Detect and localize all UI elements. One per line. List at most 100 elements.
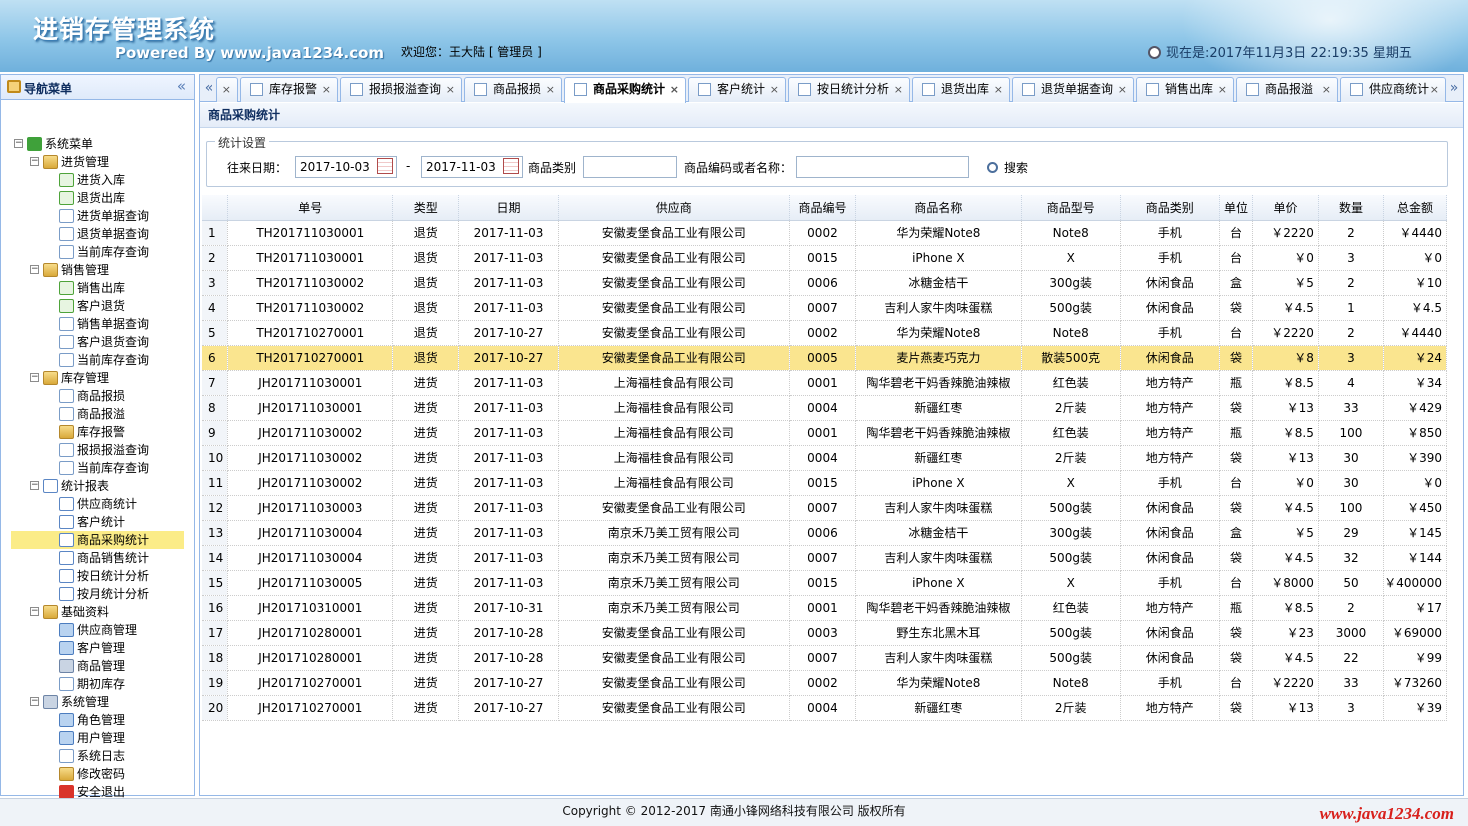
tab-item[interactable]: 销售出库 ×	[1136, 77, 1234, 102]
tab-item[interactable]: 供应商统计 ×	[1340, 77, 1446, 102]
tab-scroll-right-button[interactable]: »	[1447, 78, 1461, 98]
column-header[interactable]: 供应商	[558, 195, 790, 221]
tab-close-icon[interactable]: ×	[1430, 78, 1439, 101]
sidebar-collapse-button[interactable]: «	[177, 77, 186, 95]
table-row[interactable]: 20 JH201710270001 进货 2017-10-27 安徽麦堡食品工业有限公司…	[202, 695, 1447, 721]
column-header[interactable]: 数量	[1318, 195, 1385, 221]
table-row[interactable]: 12 JH201711030003 进货 2017-11-03 安徽麦堡食品工业有限公司…	[202, 495, 1447, 521]
table-row[interactable]: 15 JH201711030005 进货 2017-11-03 南京禾乃美工贸有限公司 0…	[202, 570, 1447, 596]
tab-close-icon[interactable]: ×	[446, 78, 455, 101]
table-cell: ￥39	[1383, 695, 1447, 721]
table-row[interactable]: 10 JH201711030002 进货 2017-11-03 上海福桂食品有限公司 00…	[202, 445, 1447, 471]
column-header[interactable]: 商品名称	[855, 195, 1022, 221]
table-cell: 500g装	[1021, 645, 1121, 671]
tree-toggle-icon[interactable]: −	[14, 139, 23, 148]
table-cell: ￥24	[1383, 345, 1447, 371]
table-cell: 安徽麦堡食品工业有限公司	[558, 620, 790, 646]
column-header[interactable]: 商品编号	[789, 195, 857, 221]
tab-item[interactable]: 商品报损 ×	[464, 77, 562, 102]
tab-close-icon[interactable]: ×	[770, 78, 779, 101]
tab-label: 退货单据查询	[1041, 82, 1114, 96]
column-header[interactable]: 总金额	[1383, 195, 1447, 221]
table-row[interactable]: 1 TH201711030001 退货 2017-11-03 安徽麦堡食品工业有限公司 0…	[202, 220, 1447, 246]
table-cell: 新疆红枣	[855, 445, 1022, 471]
tab-close-icon[interactable]: ×	[994, 78, 1003, 101]
tab-scroll-left-button[interactable]: «	[202, 78, 216, 98]
table-row[interactable]: 9 JH201711030002 进货 2017-11-03 上海福桂食品有限公司 000…	[202, 420, 1447, 446]
calendar-icon[interactable]	[503, 158, 519, 174]
table-cell: ￥10	[1383, 270, 1447, 296]
table-row[interactable]: 17 JH201710280001 进货 2017-10-28 安徽麦堡食品工业有限公司…	[202, 620, 1447, 646]
tab-close-icon[interactable]: ×	[222, 78, 231, 101]
table-cell: 500g装	[1021, 545, 1121, 571]
table-cell: 2017-10-28	[458, 645, 559, 671]
tab-item[interactable]: ×	[216, 77, 238, 102]
search-button[interactable]: 搜索	[987, 159, 1028, 176]
tree-toggle-icon[interactable]: −	[30, 607, 39, 616]
tab-close-icon[interactable]: ×	[894, 78, 903, 101]
tab-item[interactable]: 客户统计 ×	[688, 77, 786, 102]
tab-item[interactable]: 退货出库 ×	[912, 77, 1010, 102]
table-row[interactable]: 6 TH201710270001 退货 2017-10-27 安徽麦堡食品工业有限公司 0…	[202, 345, 1447, 371]
column-header[interactable]: 单价	[1252, 195, 1319, 221]
table-row[interactable]: 3 TH201711030002 退货 2017-11-03 安徽麦堡食品工业有限公司 0…	[202, 270, 1447, 296]
tree-node-label: 系统菜单	[45, 137, 94, 151]
table-cell: 瓶	[1219, 370, 1254, 396]
table-cell: 冰糖金桔干	[855, 520, 1022, 546]
tab-item[interactable]: 商品报溢 ×	[1236, 77, 1338, 102]
table-cell: 2017-11-03	[458, 420, 559, 446]
tab-close-icon[interactable]: ×	[670, 78, 679, 101]
tree-toggle-icon[interactable]: −	[30, 481, 39, 490]
table-cell: 进货	[392, 645, 460, 671]
table-row[interactable]: 7 JH201711030001 进货 2017-11-03 上海福桂食品有限公司 000…	[202, 370, 1447, 396]
table-row[interactable]: 14 JH201711030004 进货 2017-11-03 南京禾乃美工贸有限公司 0…	[202, 545, 1447, 571]
column-header[interactable]: 日期	[458, 195, 559, 221]
table-cell: iPhone X	[855, 570, 1022, 596]
column-header[interactable]: 商品型号	[1021, 195, 1121, 221]
table-row[interactable]: 11 JH201711030002 进货 2017-11-03 上海福桂食品有限公司 00…	[202, 470, 1447, 496]
table-cell: 上海福桂食品有限公司	[558, 370, 790, 396]
column-header[interactable]: 单位	[1219, 195, 1254, 221]
table-row[interactable]: 5 TH201710270001 退货 2017-10-27 安徽麦堡食品工业有限公司 0…	[202, 320, 1447, 346]
tree-node-icon	[43, 605, 58, 619]
tab-item[interactable]: 商品采购统计 ×	[564, 77, 686, 103]
table-row[interactable]: 8 JH201711030001 进货 2017-11-03 上海福桂食品有限公司 000…	[202, 395, 1447, 421]
sidebar-item[interactable]: 商品采购统计	[11, 531, 184, 549]
tab-item[interactable]: 报损报溢查询 ×	[340, 77, 462, 102]
table-cell: 地方特产	[1120, 445, 1220, 471]
tab-item[interactable]: 按日统计分析 ×	[788, 77, 910, 102]
table-cell: 2017-11-03	[458, 395, 559, 421]
table-cell: 安徽麦堡食品工业有限公司	[558, 295, 790, 321]
code-input[interactable]	[796, 156, 969, 178]
table-cell: 1	[1318, 295, 1385, 321]
tree-toggle-icon[interactable]: −	[30, 697, 39, 706]
category-input[interactable]	[583, 156, 677, 178]
tab-close-icon[interactable]: ×	[1322, 78, 1331, 101]
tree-toggle-icon[interactable]: −	[30, 373, 39, 382]
tab-item[interactable]: 退货单据查询 ×	[1012, 77, 1134, 102]
column-header[interactable]: 类型	[392, 195, 460, 221]
table-row[interactable]: 18 JH201710280001 进货 2017-10-28 安徽麦堡食品工业有限公司…	[202, 645, 1447, 671]
table-row[interactable]: 19 JH201710270001 进货 2017-10-27 安徽麦堡食品工业有限公司…	[202, 670, 1447, 696]
table-cell: 22	[1318, 645, 1385, 671]
table-cell: 2斤装	[1021, 445, 1121, 471]
table-row[interactable]: 4 TH201711030002 退货 2017-11-03 安徽麦堡食品工业有限公司 0…	[202, 295, 1447, 321]
tab-page-icon	[574, 83, 587, 96]
table-cell: 上海福桂食品有限公司	[558, 470, 790, 496]
tab-item[interactable]: 库存报警 ×	[240, 77, 338, 102]
tab-close-icon[interactable]: ×	[322, 78, 331, 101]
tab-close-icon[interactable]: ×	[1218, 78, 1227, 101]
table-row[interactable]: 2 TH201711030001 退货 2017-11-03 安徽麦堡食品工业有限公司 0…	[202, 245, 1447, 271]
column-header[interactable]: 商品类别	[1120, 195, 1220, 221]
table-row[interactable]: 16 JH201710310001 进货 2017-10-31 南京禾乃美工贸有限公司 0…	[202, 595, 1447, 621]
tab-close-icon[interactable]: ×	[1118, 78, 1127, 101]
table-cell: 2017-10-27	[458, 345, 559, 371]
watermark-logo: www.java1234.com	[1319, 804, 1454, 823]
table-row[interactable]: 13 JH201711030004 进货 2017-11-03 南京禾乃美工贸有限公司 0…	[202, 520, 1447, 546]
calendar-icon[interactable]	[377, 158, 393, 174]
tree-toggle-icon[interactable]: −	[30, 265, 39, 274]
tree-toggle-icon[interactable]: −	[30, 157, 39, 166]
table-cell: 进货	[392, 545, 460, 571]
column-header[interactable]: 单号	[227, 195, 394, 221]
tab-close-icon[interactable]: ×	[546, 78, 555, 101]
